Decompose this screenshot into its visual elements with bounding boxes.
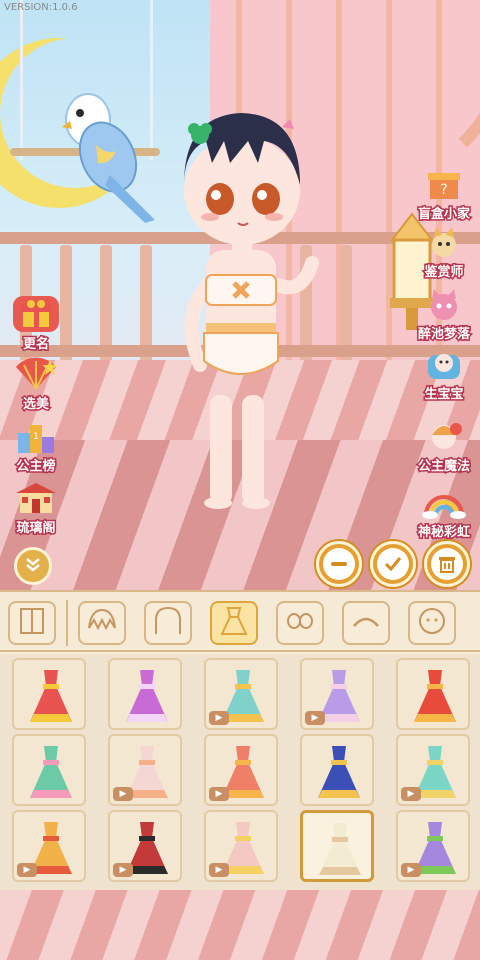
dressup-scene: VERSION:1.0.6 [0,0,480,590]
rename-label: 更名 [21,336,50,354]
tab-divider [66,600,68,646]
blind-box-label: 盲盒小家 [416,206,471,224]
princess-ranking-button[interactable]: 1 公主榜 [4,418,68,476]
blind-box-icon: ? [421,166,467,202]
gift-icon [13,296,59,332]
svg-text:?: ? [440,182,447,198]
dream-pond-label: 醉池梦落 [416,326,471,344]
dress-icon [30,746,72,798]
baby-label: 生宝宝 [423,386,465,404]
outfit-item[interactable]: ▶ [396,810,470,882]
outfit-item[interactable]: ▶ [204,734,278,806]
baby-icon [421,346,467,382]
video-ad-icon: ▶ [113,787,133,801]
video-ad-icon: ▶ [305,711,325,725]
tab-back-hair[interactable] [144,601,192,645]
outfit-item[interactable]: ▶ [108,734,182,806]
dress-icon [414,670,456,722]
svg-text:1: 1 [33,432,39,442]
video-ad-icon: ▶ [113,863,133,877]
fan-icon [13,356,59,392]
category-tab-bar [0,590,480,652]
face-icon [416,605,448,641]
appraiser-button[interactable]: 鉴赏师 [412,224,476,282]
outfit-item[interactable] [108,658,182,730]
trash-icon [431,548,463,580]
dress-icon [30,670,72,722]
parrot-icon [62,93,155,223]
outfit-item[interactable] [300,734,374,806]
outfit-grid: ▶ ▶ ▶ ▶ ▶ ▶ ▶ ▶ ▶ [0,654,480,890]
video-ad-icon: ▶ [209,787,229,801]
outfit-item[interactable] [396,658,470,730]
dress-icon [319,823,361,875]
back-hair-icon [152,606,184,640]
princess-ranking-label: 公主榜 [15,458,57,476]
princess-magic-button[interactable]: 公主魔法 [412,418,476,476]
delete-button[interactable] [424,541,470,587]
appraiser-label: 鉴赏师 [423,264,465,282]
rename-button[interactable]: 更名 [4,296,68,354]
dream-pond-button[interactable]: 醉池梦落 [412,286,476,344]
video-ad-icon: ▶ [209,863,229,877]
video-ad-icon: ▶ [209,711,229,725]
tab-eyes[interactable] [276,601,324,645]
outfit-item[interactable]: ▶ [12,810,86,882]
check-icon [377,548,409,580]
pavilion-icon [13,480,59,516]
dress-icon [218,605,250,641]
chevron-down-icon [24,555,42,578]
princess-icon [421,418,467,454]
glass-pavilion-button[interactable]: 琉璃阁 [4,480,68,538]
video-ad-icon: ▶ [17,863,37,877]
princess-magic-label: 公主魔法 [416,458,471,476]
outfit-item[interactable]: ▶ [396,734,470,806]
pink-cat-icon [421,286,467,322]
floor-footer [0,890,480,960]
bangs-hair-icon [86,606,118,640]
video-ad-icon: ▶ [401,787,421,801]
version-label: VERSION:1.0.6 [4,2,78,13]
rainbow-icon [421,484,467,520]
outfit-item[interactable]: ▶ [108,810,182,882]
tab-eyebrows[interactable] [342,601,390,645]
podium-icon: 1 [13,418,59,454]
outfit-item[interactable] [12,658,86,730]
confirm-button[interactable] [370,541,416,587]
eyebrow-icon [350,606,382,640]
beauty-contest-button[interactable]: 选美 [4,356,68,414]
tab-wardrobe[interactable] [8,601,56,645]
wardrobe-panel: ▶ ▶ ▶ ▶ ▶ ▶ ▶ ▶ ▶ [0,590,480,890]
eyes-icon [284,606,316,640]
outfit-item[interactable] [12,734,86,806]
baby-button[interactable]: 生宝宝 [412,346,476,404]
wardrobe-icon [17,606,47,640]
outfit-item[interactable] [300,810,374,882]
tab-bangs[interactable] [78,601,126,645]
cat-appraiser-icon [421,224,467,260]
video-ad-icon: ▶ [401,863,421,877]
dress-icon [126,670,168,722]
mystery-rainbow-button[interactable]: 神秘彩虹 [412,484,476,542]
tab-face[interactable] [408,601,456,645]
minus-icon [323,548,355,580]
glass-pavilion-label: 琉璃阁 [15,520,57,538]
dress-icon [318,746,360,798]
swing-rope [20,0,23,160]
beauty-contest-label: 选美 [21,396,50,414]
remove-button[interactable] [316,541,362,587]
blind-box-button[interactable]: ? 盲盒小家 [412,166,476,224]
outfit-item[interactable]: ▶ [204,658,278,730]
tab-dress[interactable] [210,601,258,645]
outfit-item[interactable]: ▶ [300,658,374,730]
outfit-item[interactable]: ▶ [204,810,278,882]
collapse-menu-button[interactable] [14,547,52,585]
character-doll[interactable] [170,95,330,525]
mystery-rainbow-label: 神秘彩虹 [416,524,471,542]
